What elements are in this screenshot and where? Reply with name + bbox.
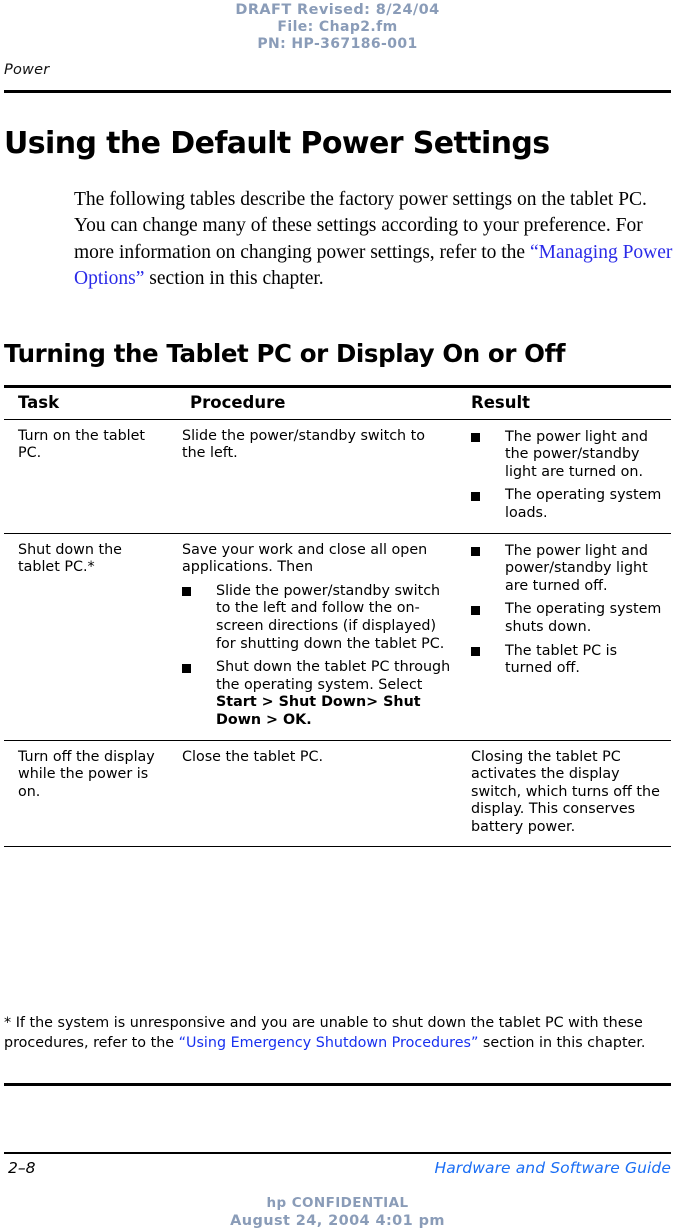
page-number: 2–8 [8, 1159, 36, 1177]
table-header-row: Task Procedure Result [4, 385, 671, 420]
task-text: Turn off the display while the power is … [18, 748, 155, 800]
result-bullet-list: The power light and the power/standby li… [471, 429, 667, 523]
intro-text-after-link: section in this chapter. [144, 267, 324, 289]
confidential-stamp: hp CONFIDENTIAL August 24, 2004 4:01 pm [0, 1195, 675, 1230]
list-item: Slide the power/standby switch to the le… [182, 583, 453, 653]
intro-paragraph: The following tables describe the factor… [74, 187, 674, 292]
table-header: Task Procedure Result [4, 385, 671, 420]
footer-rule [4, 1152, 671, 1154]
header-rule [4, 90, 671, 93]
list-item: Shut down the tablet PC through the oper… [182, 659, 453, 729]
cell-task: Shut down the tablet PC.* [4, 533, 176, 741]
table-row: Turn on the tablet PC. Slide the power/s… [4, 419, 671, 534]
cell-task: Turn on the tablet PC. [4, 419, 176, 534]
list-item-text: Shut down the tablet PC through the oper… [216, 659, 451, 693]
cell-procedure: Slide the power/standby switch to the le… [176, 419, 463, 534]
task-text: Shut down the tablet PC.* [18, 541, 122, 576]
running-header-chapter: Power [4, 62, 50, 78]
procedure-text: Slide the power/standby switch to the le… [182, 427, 426, 462]
procedure-lead-text: Save your work and close all open applic… [182, 541, 428, 576]
list-item: The power light and power/standby light … [471, 543, 667, 596]
draft-pn-line: PN: HP-367186-001 [257, 36, 418, 52]
list-item-text: Slide the power/standby switch to the le… [216, 582, 445, 652]
footnote-rule [4, 1083, 671, 1086]
cell-task: Turn off the display while the power is … [4, 740, 176, 848]
cell-procedure: Close the tablet PC. [176, 740, 463, 848]
list-item: The power light and the power/standby li… [471, 429, 667, 482]
table-footnote: * If the system is unresponsive and you … [4, 1014, 671, 1053]
column-header-task: Task [4, 385, 176, 420]
column-header-result: Result [463, 385, 671, 420]
column-header-procedure: Procedure [176, 385, 463, 420]
list-item: The operating system loads. [471, 487, 667, 522]
list-item: The tablet PC is turned off. [471, 643, 667, 678]
procedure-text: Close the tablet PC. [182, 748, 324, 765]
footnote-text-after-link: section in this chapter. [478, 1034, 646, 1051]
table-row: Turn off the display while the power is … [4, 740, 671, 848]
guide-title: Hardware and Software Guide [434, 1159, 671, 1177]
link-label: Using Emergency Shutdown Procedures [186, 1034, 471, 1051]
list-item: The operating system shuts down. [471, 601, 667, 636]
emergency-shutdown-link[interactable]: “Using Emergency Shutdown Procedures” [179, 1035, 479, 1051]
draft-file-line: File: Chap2.fm [277, 19, 398, 35]
cell-result: The power light and power/standby light … [463, 533, 671, 741]
cell-result: Closing the tablet PC activates the disp… [463, 740, 671, 848]
result-text: Closing the tablet PC activates the disp… [471, 748, 660, 835]
power-settings-table: Task Procedure Result Turn on the tablet… [4, 385, 671, 848]
cell-result: The power light and the power/standby li… [463, 419, 671, 534]
procedure-bullet-list: Slide the power/standby switch to the le… [182, 583, 453, 730]
cell-procedure: Save your work and close all open applic… [176, 533, 463, 741]
confidential-timestamp: August 24, 2004 4:01 pm [230, 1213, 445, 1229]
menu-path-bold: Start > Shut Down> Shut Down > OK. [216, 694, 421, 728]
confidential-label: hp CONFIDENTIAL [266, 1195, 409, 1211]
result-bullet-list: The power light and power/standby light … [471, 543, 667, 678]
link-open-quote: “ [529, 241, 539, 263]
page-title: Using the Default Power Settings [4, 126, 550, 161]
task-text: Turn on the tablet PC. [18, 427, 146, 462]
draft-stamp: DRAFT Revised: 8/24/04 File: Chap2.fm PN… [0, 2, 675, 53]
link-open-quote: “ [178, 1034, 187, 1051]
table-row: Shut down the tablet PC.* Save your work… [4, 533, 671, 741]
section-title: Turning the Tablet PC or Display On or O… [4, 339, 566, 368]
table-body: Turn on the tablet PC. Slide the power/s… [4, 419, 671, 848]
draft-revised-line: DRAFT Revised: 8/24/04 [235, 2, 440, 18]
